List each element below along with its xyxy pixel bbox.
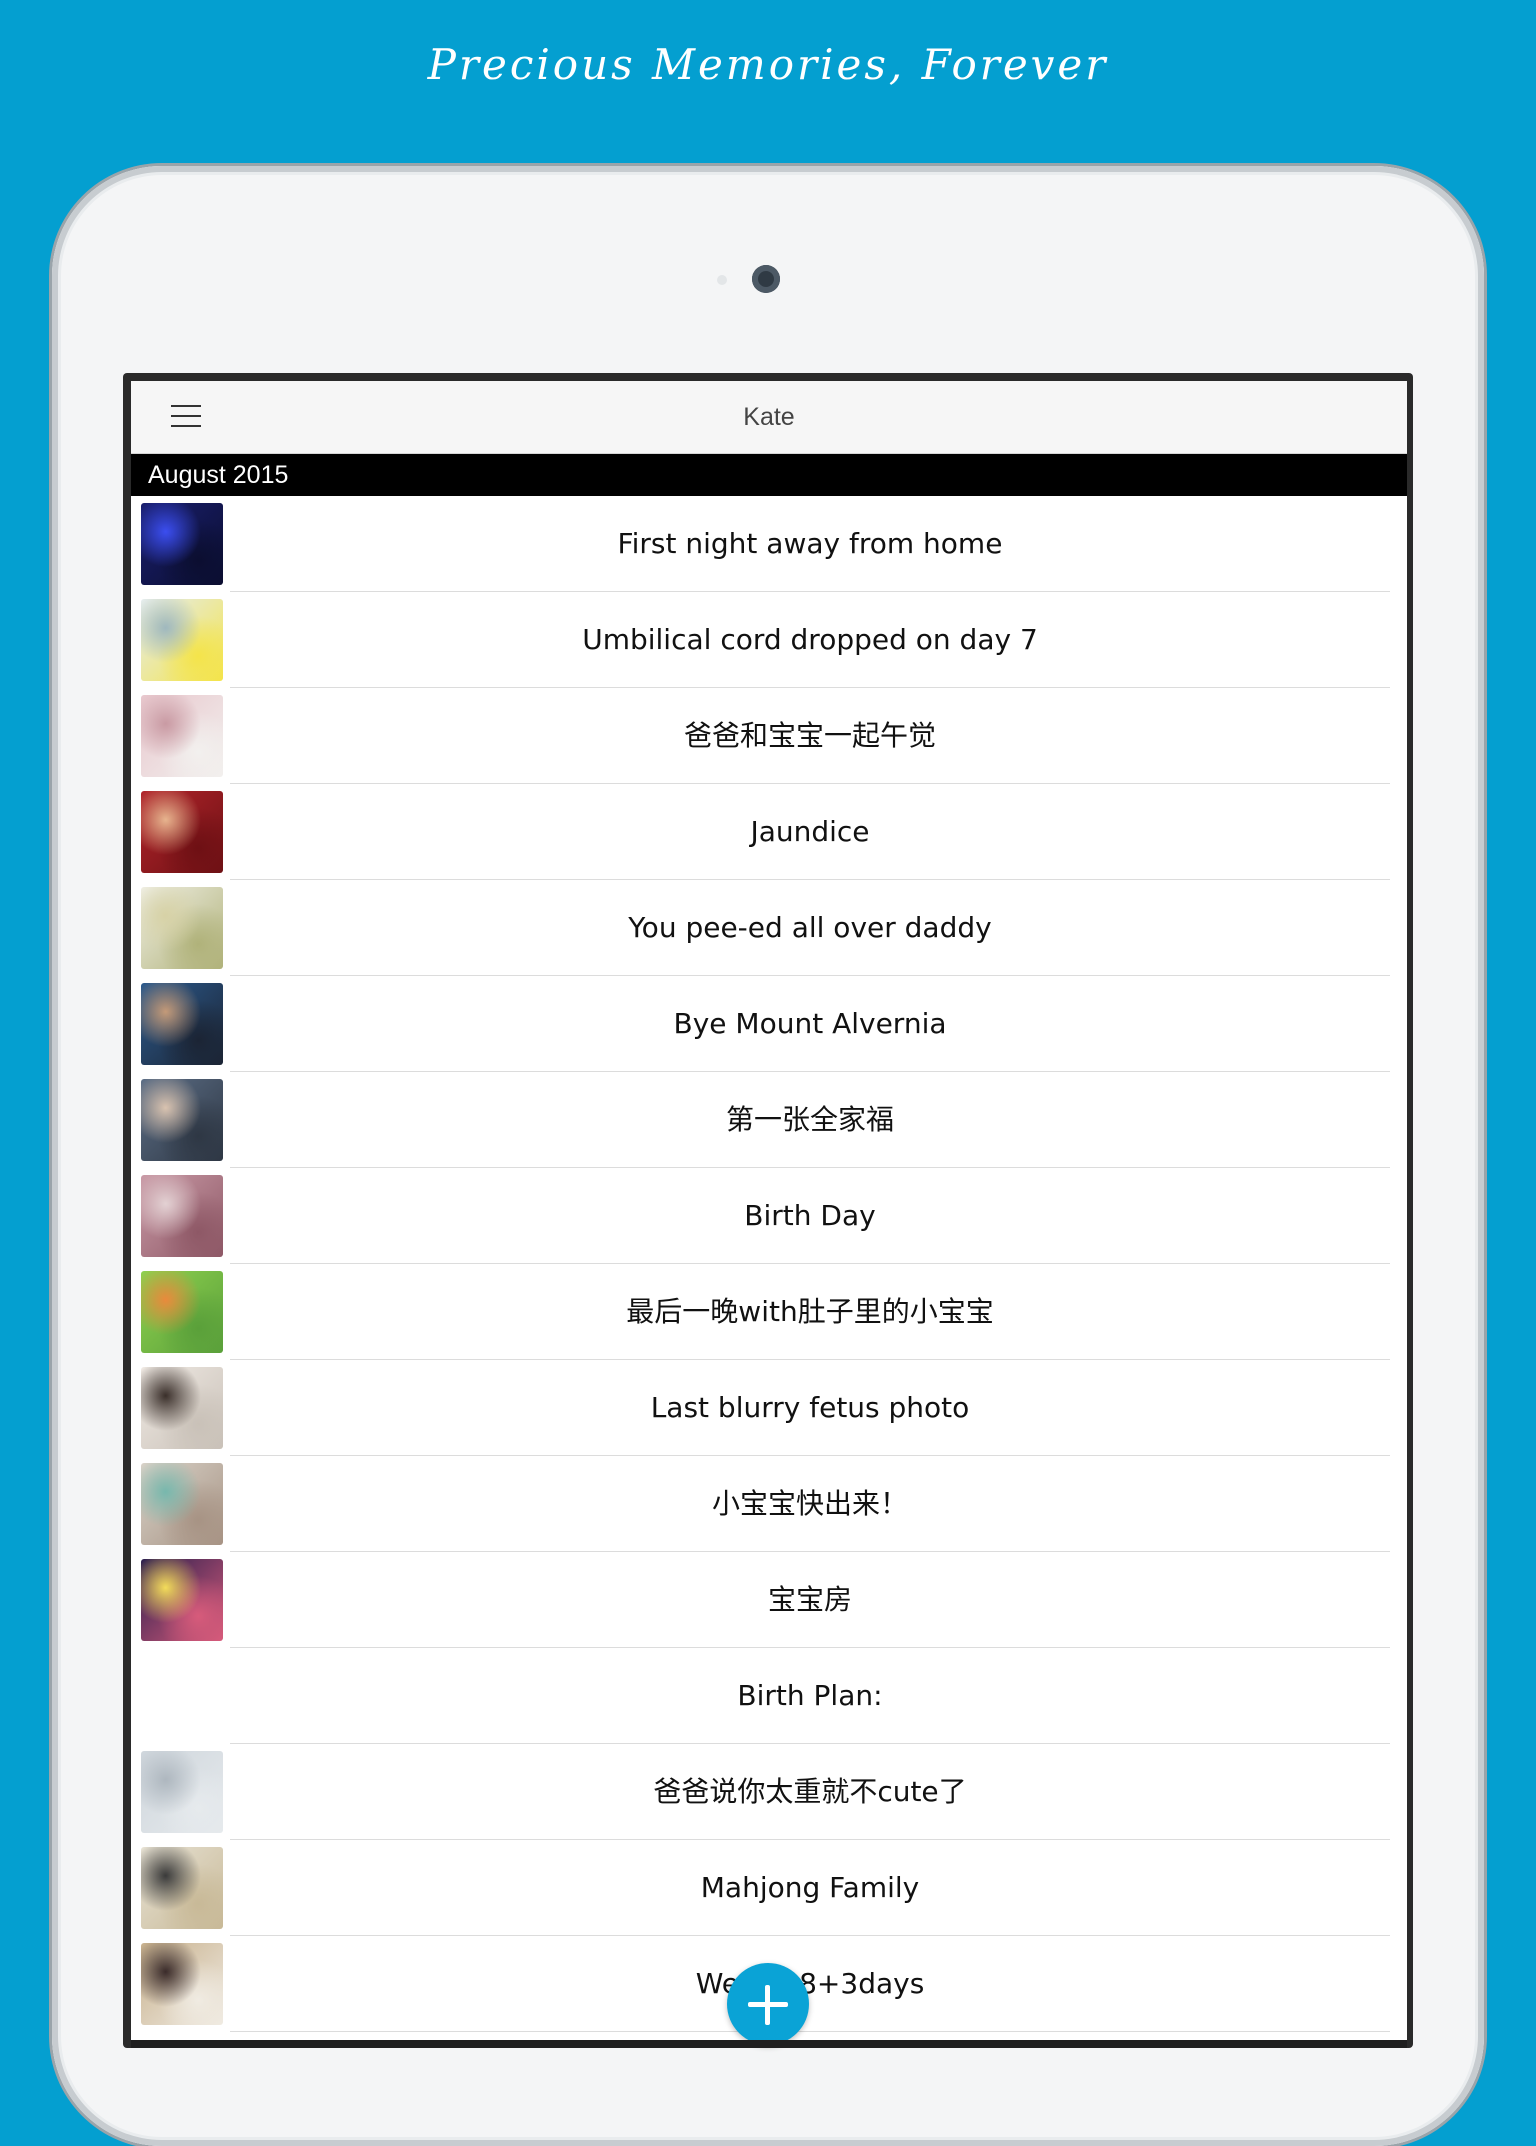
thumbnail-image [141,1079,223,1161]
screen-bottom-edge [131,2040,1407,2048]
app-screen: Kate August 2015 First night away from h… [131,381,1407,2048]
memory-list: First night away from home Umbilical cord… [131,496,1407,2032]
list-item-title: Birth Day [744,1199,876,1232]
list-item-title: 爸爸说你太重就不cute了 [653,1775,967,1808]
list-item-title: 爸爸和宝宝一起午觉 [683,719,936,752]
navigation-bar: Kate [131,381,1407,454]
thumbnail-image [141,1175,223,1257]
list-item-title: Bye Mount Alvernia [673,1007,947,1040]
list-item-title: You pee-ed all over daddy [628,911,992,944]
list-item[interactable]: Jaundice [131,784,1407,880]
list-item[interactable]: 宝宝房 [131,1552,1407,1648]
list-item-title: Mahjong Family [700,1871,920,1904]
list-item[interactable]: First night away from home [131,496,1407,592]
list-item[interactable]: Last blurry fetus photo [131,1360,1407,1456]
thumbnail-image [141,1367,223,1449]
list-item[interactable]: 小宝宝快出来！ [131,1456,1407,1552]
thumbnail-image [141,1751,223,1833]
thumbnail-image [141,1463,223,1545]
thumbnail-image [141,695,223,777]
thumbnail-image [141,887,223,969]
list-item-title: Umbilical cord dropped on day 7 [582,623,1038,656]
hamburger-menu-icon[interactable] [171,403,201,431]
thumbnail-image [141,791,223,873]
list-item[interactable]: 最后一晚with肚子里的小宝宝 [131,1264,1407,1360]
list-item-title: 第一张全家福 [725,1103,894,1136]
row-divider [230,2031,1390,2032]
list-item[interactable]: Birth Day [131,1168,1407,1264]
list-item[interactable]: 爸爸和宝宝一起午觉 [131,688,1407,784]
tagline: Precious Memories, Forever [427,40,1109,89]
list-item[interactable]: 爸爸说你太重就不cute了 [131,1744,1407,1840]
list-item[interactable]: Birth Plan: [131,1648,1407,1744]
list-item-title: Week 38+3days [695,1967,925,2000]
list-item-title: Jaundice [750,815,870,848]
add-memory-button[interactable] [727,1963,809,2045]
front-camera-icon [752,265,780,293]
thumbnail-image [141,1847,223,1929]
list-item[interactable]: Umbilical cord dropped on day 7 [131,592,1407,688]
list-item-title: 小宝宝快出来！ [711,1487,908,1520]
list-item[interactable]: Mahjong Family [131,1840,1407,1936]
list-item-title: Last blurry fetus photo [650,1391,970,1424]
thumbnail-image [141,1271,223,1353]
nav-title: Kate [743,403,795,431]
thumbnail-image [141,1559,223,1641]
list-item-title: 最后一晚with肚子里的小宝宝 [626,1295,994,1328]
list-item[interactable]: Bye Mount Alvernia [131,976,1407,1072]
section-header-month: August 2015 [131,454,1407,496]
list-item-title: 宝宝房 [767,1583,852,1616]
list-item[interactable]: 第一张全家福 [131,1072,1407,1168]
list-item[interactable]: You pee-ed all over daddy [131,880,1407,976]
thumbnail-image [141,1943,223,2025]
thumbnail-image [141,983,223,1065]
thumbnail-image [141,503,223,585]
list-item-title: First night away from home [617,527,1003,560]
list-item-title: Birth Plan: [737,1679,883,1712]
thumbnail-image [141,599,223,681]
light-sensor [717,275,727,285]
